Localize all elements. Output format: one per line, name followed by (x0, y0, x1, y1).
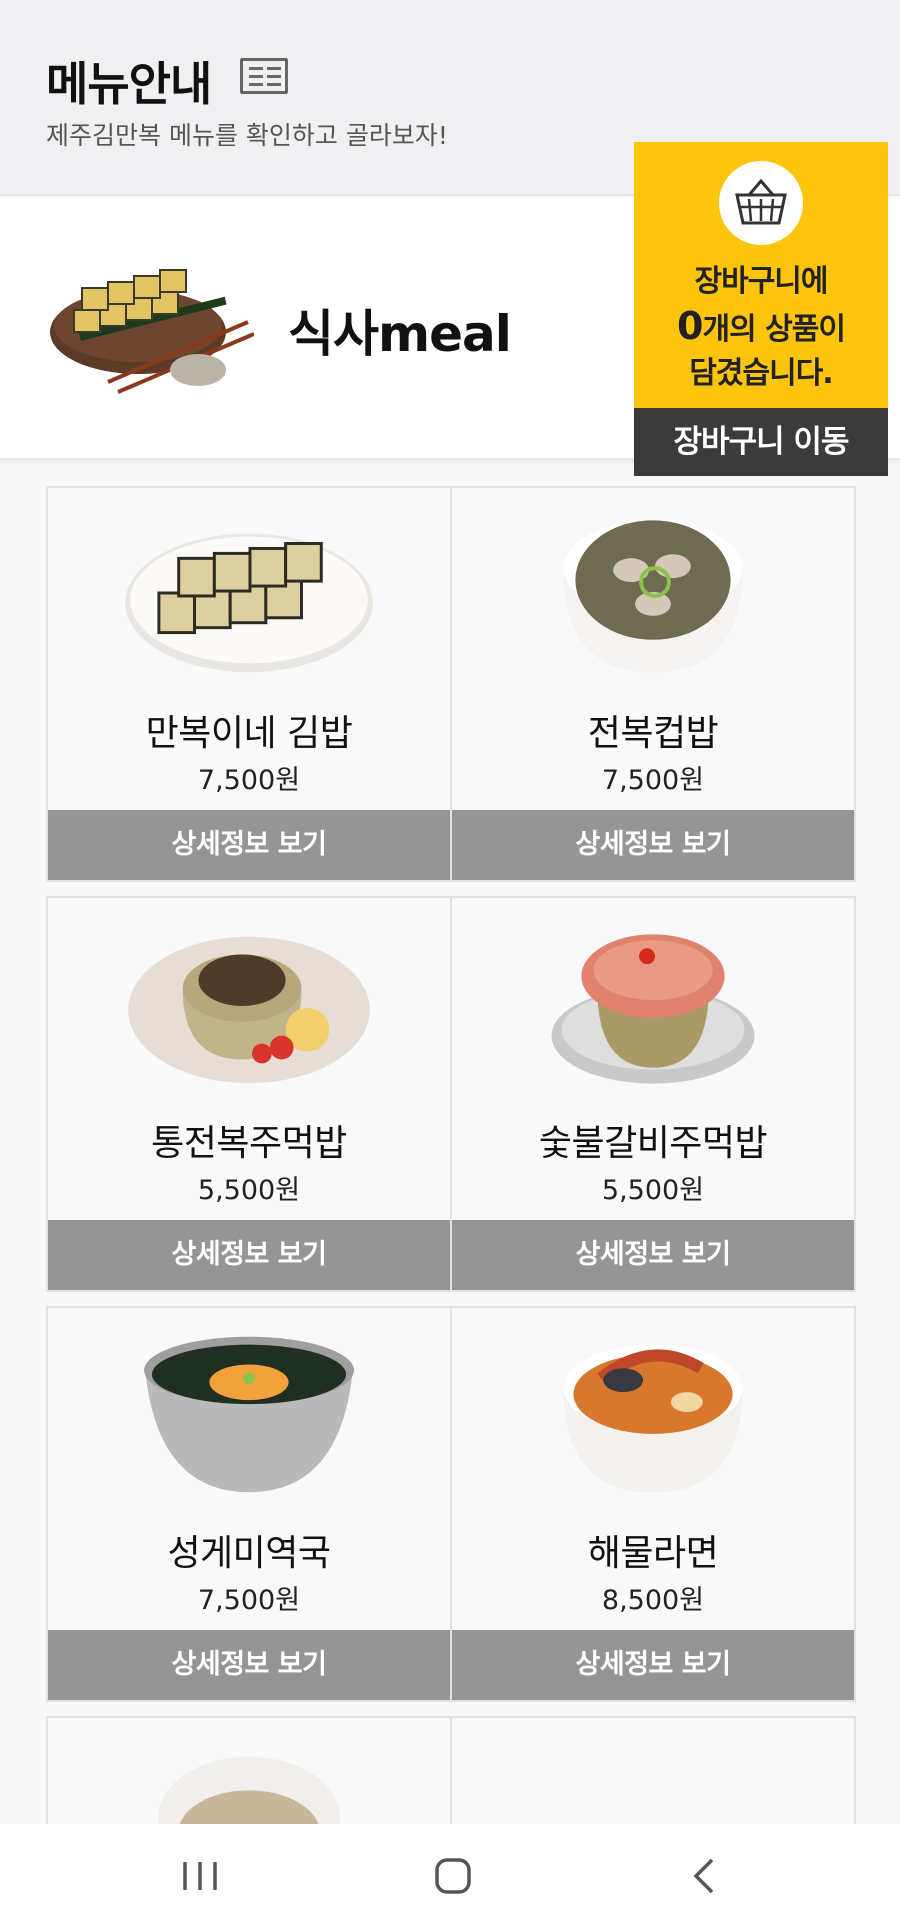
menu-item-name: 전복컵밥 (587, 713, 719, 754)
cart-line2: 개의 상품이 (702, 312, 846, 347)
menu-card: 통전복주먹밥 5,500원 상세정보 보기 (46, 896, 452, 1292)
menu-item-name: 성게미역국 (167, 1533, 331, 1574)
category-image (50, 269, 254, 394)
menu-item-name: 통전복주먹밥 (151, 1123, 347, 1164)
menu-row: 성게미역국 7,500원 상세정보 보기 해물라면 8,500원 상세정보 보기 (46, 1306, 858, 1702)
menu-item-price: 8,500원 (601, 1585, 705, 1616)
view-details-button[interactable]: 상세정보 보기 (48, 810, 450, 880)
food-image-seaweed-soup (144, 1336, 354, 1493)
menu-grid: 만복이네 김밥 7,500원 상세정보 보기 전복컵밥 7,500원 상세정보 … (46, 486, 858, 1880)
cart-count: 0 (677, 304, 703, 348)
menu-item-name: 만복이네 김밥 (145, 713, 353, 754)
view-details-button[interactable]: 상세정보 보기 (452, 1220, 854, 1290)
menu-card-empty (452, 1716, 856, 1836)
cart-line3: 담겼습니다. (689, 356, 833, 391)
basket-icon (719, 161, 803, 245)
menu-card: 해물라면 8,500원 상세정보 보기 (452, 1306, 856, 1702)
page-subtitle: 제주김만복 메뉴를 확인하고 골라보자! (46, 121, 448, 150)
food-image-abalone-cup-rice (563, 520, 743, 673)
menu-item-price: 7,500원 (197, 1585, 301, 1616)
cart-widget: 장바구니에 0개의 상품이 담겼습니다. 장바구니 이동 (634, 142, 888, 476)
menu-row: 통전복주먹밥 5,500원 상세정보 보기 숯불갈비주먹밥 5,500원 상세정… (46, 896, 858, 1292)
page-title: 메뉴안내 (46, 57, 212, 111)
menu-item-name: 숯불갈비주먹밥 (538, 1123, 768, 1164)
view-details-button[interactable]: 상세정보 보기 (48, 1220, 450, 1290)
food-image-galbi-riceball (551, 934, 755, 1084)
menu-item-price: 5,500원 (601, 1175, 705, 1206)
menu-item-price: 5,500원 (197, 1175, 301, 1206)
view-details-button[interactable]: 상세정보 보기 (48, 1630, 450, 1700)
cart-status-text: 장바구니에 0개의 상품이 담겼습니다. (634, 260, 888, 396)
recent-apps-icon[interactable] (140, 1824, 260, 1928)
view-details-button[interactable]: 상세정보 보기 (452, 810, 854, 880)
go-to-cart-button[interactable]: 장바구니 이동 (634, 408, 888, 476)
menu-card: 숯불갈비주먹밥 5,500원 상세정보 보기 (452, 896, 856, 1292)
menu-item-price: 7,500원 (601, 765, 705, 796)
menu-card: 만복이네 김밥 7,500원 상세정보 보기 (46, 486, 452, 882)
food-image-abalone-riceball (128, 936, 370, 1084)
menu-row (46, 1716, 858, 1880)
view-details-button[interactable]: 상세정보 보기 (452, 1630, 854, 1700)
menu-item-name: 해물라면 (587, 1533, 719, 1574)
back-icon[interactable] (644, 1824, 764, 1928)
menu-item-price: 7,500원 (197, 765, 301, 796)
menu-row: 만복이네 김밥 7,500원 상세정보 보기 전복컵밥 7,500원 상세정보 … (46, 486, 858, 882)
menu-card (46, 1716, 452, 1880)
menu-card: 전복컵밥 7,500원 상세정보 보기 (452, 486, 856, 882)
menu-list-icon[interactable] (240, 58, 288, 94)
home-icon[interactable] (392, 1824, 512, 1928)
cart-line2-row: 0개의 상품이 (634, 304, 888, 352)
system-navigation-bar (0, 1824, 900, 1928)
category-title: 식사meal (288, 305, 512, 363)
cart-line1: 장바구니에 (694, 264, 829, 299)
menu-card: 성게미역국 7,500원 상세정보 보기 (46, 1306, 452, 1702)
food-image-gimbap (125, 533, 373, 673)
food-image-seafood-ramen (563, 1344, 743, 1493)
